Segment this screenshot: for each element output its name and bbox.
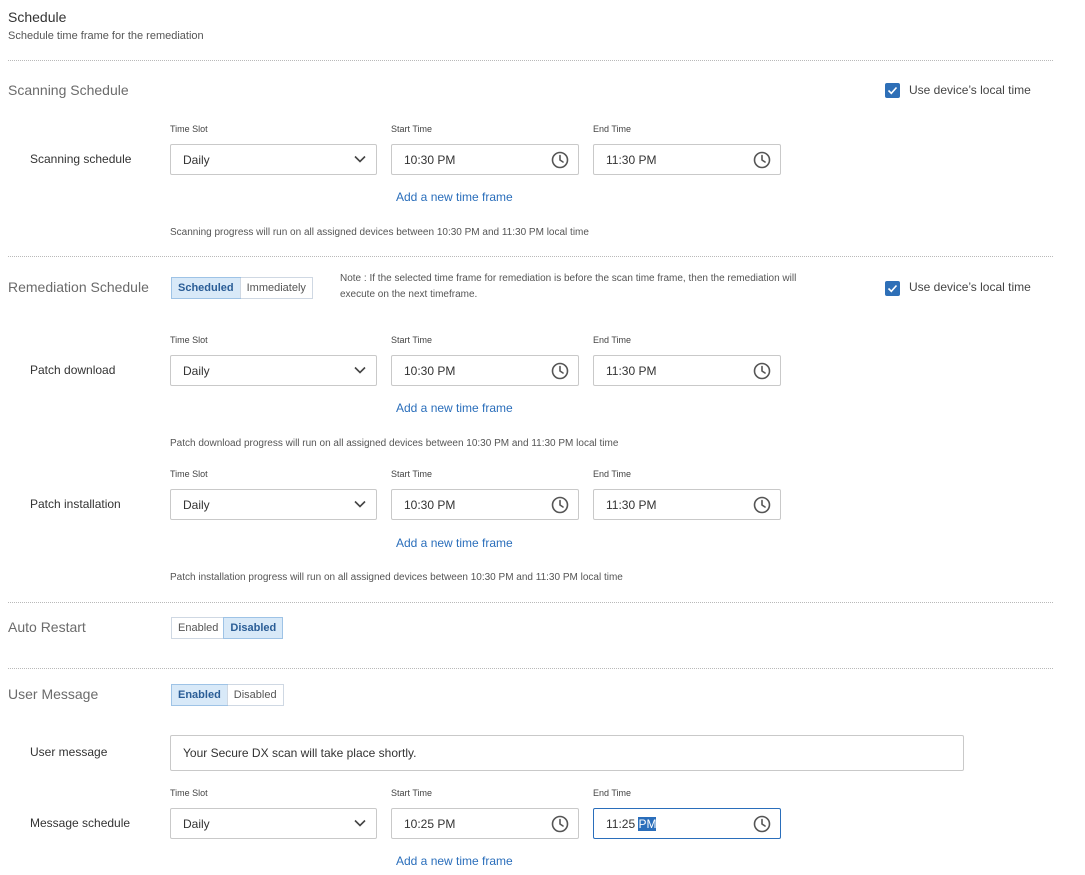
divider (8, 60, 1053, 61)
message-time-slot-value: Daily (183, 816, 210, 831)
check-icon (887, 283, 898, 294)
start-time-label: Start Time (391, 124, 433, 134)
time-slot-label: Time Slot (170, 788, 208, 798)
user-message-disabled-option[interactable]: Disabled (226, 685, 283, 705)
scanning-time-slot-value: Daily (183, 152, 210, 167)
message-end-time-selection: PM (638, 816, 657, 831)
remediation-local-time-label: Use device’s local time (909, 280, 1031, 294)
patch-download-end-time-value: 11:30 PM (606, 363, 657, 378)
auto-restart-toggle: Enabled Disabled (171, 617, 284, 639)
message-start-time-input[interactable]: 10:25 PM (391, 808, 579, 839)
patch-download-time-slot-select[interactable]: Daily (170, 355, 377, 386)
patch-installation-start-time-value: 10:30 PM (404, 497, 456, 512)
scanning-add-time-frame-link[interactable]: Add a new time frame (396, 190, 513, 204)
end-time-label: End Time (593, 335, 632, 345)
user-message-input[interactable]: Your Secure DX scan will take place shor… (170, 735, 964, 771)
user-message-row-label: User message (30, 745, 108, 759)
message-end-time-input[interactable]: 11:25 PM (593, 808, 781, 839)
remediation-note-line1: Note : If the selected time frame for re… (340, 273, 797, 284)
scanning-end-time-value: 11:30 PM (606, 152, 657, 167)
clock-icon[interactable] (551, 496, 569, 514)
message-schedule-row-label: Message schedule (30, 816, 131, 830)
user-message-section-title: User Message (8, 686, 99, 702)
remediation-mode-toggle: Scheduled Immediately (171, 277, 313, 299)
message-time-slot-select[interactable]: Daily (170, 808, 377, 839)
clock-icon[interactable] (753, 496, 771, 514)
time-slot-label: Time Slot (170, 469, 208, 479)
divider (8, 602, 1053, 603)
chevron-down-icon (354, 500, 366, 508)
patch-installation-row-label: Patch installation (30, 497, 121, 511)
patch-installation-add-time-frame-link[interactable]: Add a new time frame (396, 536, 513, 550)
chevron-down-icon (354, 366, 366, 374)
remediation-section-title: Remediation Schedule (8, 279, 149, 295)
clock-icon[interactable] (551, 362, 569, 380)
scanning-local-time-checkbox[interactable] (885, 83, 900, 98)
remediation-local-time-checkbox[interactable] (885, 281, 900, 296)
clock-icon[interactable] (551, 815, 569, 833)
clock-icon[interactable] (753, 815, 771, 833)
chevron-down-icon (354, 155, 366, 163)
time-slot-label: Time Slot (170, 124, 208, 134)
scanning-row-label: Scanning schedule (30, 152, 132, 166)
auto-restart-disabled-option[interactable]: Disabled (223, 617, 284, 639)
scanning-end-time-input[interactable]: 11:30 PM (593, 144, 781, 175)
clock-icon[interactable] (753, 362, 771, 380)
user-message-value: Your Secure DX scan will take place shor… (183, 746, 417, 760)
auto-restart-section-title: Auto Restart (8, 619, 86, 635)
end-time-label: End Time (593, 124, 632, 134)
end-time-label: End Time (593, 469, 632, 479)
message-start-time-value: 10:25 PM (404, 816, 456, 831)
scanning-time-slot-select[interactable]: Daily (170, 144, 377, 175)
divider (8, 256, 1053, 257)
patch-download-start-time-input[interactable]: 10:30 PM (391, 355, 579, 386)
user-message-enabled-option[interactable]: Enabled (171, 684, 228, 706)
remediation-scheduled-option[interactable]: Scheduled (171, 277, 241, 299)
auto-restart-enabled-option[interactable]: Enabled (172, 618, 225, 638)
scanning-start-time-input[interactable]: 10:30 PM (391, 144, 579, 175)
patch-download-start-time-value: 10:30 PM (404, 363, 456, 378)
message-end-time-prefix: 11:25 (606, 816, 639, 831)
scanning-note: Scanning progress will run on all assign… (170, 227, 589, 238)
patch-download-note: Patch download progress will run on all … (170, 438, 619, 449)
start-time-label: Start Time (391, 788, 433, 798)
patch-installation-end-time-value: 11:30 PM (606, 497, 657, 512)
patch-installation-time-slot-select[interactable]: Daily (170, 489, 377, 520)
remediation-immediately-option[interactable]: Immediately (239, 278, 312, 298)
patch-download-end-time-input[interactable]: 11:30 PM (593, 355, 781, 386)
divider (8, 668, 1053, 669)
patch-installation-start-time-input[interactable]: 10:30 PM (391, 489, 579, 520)
clock-icon[interactable] (753, 151, 771, 169)
patch-download-row-label: Patch download (30, 363, 116, 377)
start-time-label: Start Time (391, 469, 433, 479)
time-slot-label: Time Slot (170, 335, 208, 345)
patch-installation-note: Patch installation progress will run on … (170, 572, 623, 583)
patch-installation-end-time-input[interactable]: 11:30 PM (593, 489, 781, 520)
scanning-start-time-value: 10:30 PM (404, 152, 456, 167)
chevron-down-icon (354, 819, 366, 827)
clock-icon[interactable] (551, 151, 569, 169)
scanning-local-time-label: Use device’s local time (909, 83, 1031, 97)
page-title: Schedule (8, 9, 67, 25)
patch-download-time-slot-value: Daily (183, 363, 210, 378)
end-time-label: End Time (593, 788, 632, 798)
patch-download-add-time-frame-link[interactable]: Add a new time frame (396, 401, 513, 415)
message-add-time-frame-link[interactable]: Add a new time frame (396, 854, 513, 868)
user-message-toggle: Enabled Disabled (171, 684, 284, 706)
patch-installation-time-slot-value: Daily (183, 497, 210, 512)
remediation-note-line2: execute on the next timeframe. (340, 289, 478, 300)
check-icon (887, 85, 898, 96)
page-subtitle: Schedule time frame for the remediation (8, 30, 204, 42)
start-time-label: Start Time (391, 335, 433, 345)
scanning-section-title: Scanning Schedule (8, 82, 129, 98)
